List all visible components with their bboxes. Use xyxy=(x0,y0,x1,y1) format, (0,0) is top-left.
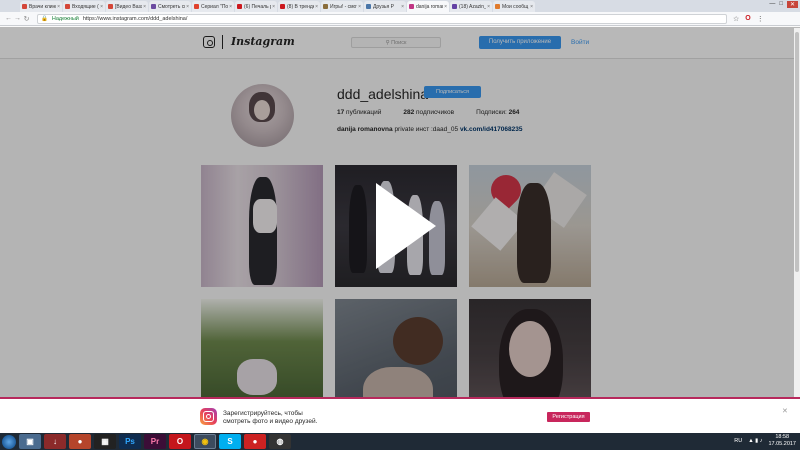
tab-close-icon[interactable]: × xyxy=(100,4,103,10)
play-icon[interactable] xyxy=(376,183,436,269)
address-bar: ← → ↻ 🔒 Надежный https://www.instagram.c… xyxy=(0,12,800,26)
tab-favicon-icon xyxy=(194,4,199,9)
tab-label: (6) Печаль р xyxy=(244,3,272,10)
forward-icon[interactable]: → xyxy=(13,15,22,22)
tab-label: (8) В тренде xyxy=(287,3,315,10)
star-icon[interactable]: ☆ xyxy=(733,15,739,23)
tab-label: Игры! - смот xyxy=(330,3,358,10)
tab-favicon-icon xyxy=(65,4,70,9)
tab-favicon-icon xyxy=(237,4,242,9)
signup-text-line-1: Зарегистрируйтесь, чтобы xyxy=(223,410,303,417)
windows-taskbar: ▣ ↓ ● ▦ Ps Pr O ◉ S ● ◍ RU ▲ ▮ ♪ 18:58 1… xyxy=(0,433,800,450)
tab-close-icon[interactable]: × xyxy=(358,4,361,10)
tab-close-icon[interactable]: × xyxy=(143,4,146,10)
browser-tab[interactable]: Входящие (1 × xyxy=(63,1,105,12)
reload-icon[interactable]: ↻ xyxy=(22,15,31,23)
back-icon[interactable]: ← xyxy=(4,15,13,22)
tab-close-icon[interactable]: × xyxy=(487,4,490,10)
tab-close-icon[interactable]: × xyxy=(401,4,404,10)
tab-favicon-icon xyxy=(452,4,457,9)
maximize-button[interactable]: □ xyxy=(779,1,783,8)
signup-text: Зарегистрируйтесь, чтобы смотреть фото и… xyxy=(223,410,317,426)
browser-tab[interactable]: (8) В тренде × xyxy=(278,1,320,12)
browser-tab[interactable]: Смотреть сп × xyxy=(149,1,191,12)
browser-tab[interactable]: Игры! - смот × xyxy=(321,1,363,12)
tab-favicon-icon xyxy=(323,4,328,9)
clock[interactable]: 18:58 17.05.2017 xyxy=(768,434,796,448)
photoshop-icon[interactable]: Ps xyxy=(119,434,141,449)
tab-favicon-icon xyxy=(409,4,414,9)
opera-taskbar-icon[interactable]: O xyxy=(169,434,191,449)
signup-banner: Зарегистрируйтесь, чтобы смотреть фото и… xyxy=(0,397,800,433)
file-explorer-icon[interactable]: ▣ xyxy=(19,434,41,449)
steam-icon[interactable]: ◍ xyxy=(269,434,291,449)
scrollbar-thumb[interactable] xyxy=(795,32,799,272)
tab-close-icon[interactable]: × xyxy=(444,4,447,10)
minimize-button[interactable]: — xyxy=(769,1,775,8)
clock-time: 18:58 xyxy=(775,434,790,440)
tab-favicon-icon xyxy=(22,4,27,9)
clock-date: 17.05.2017 xyxy=(768,441,796,447)
close-icon[interactable]: ✕ xyxy=(782,407,788,415)
window-controls: — □ ✕ xyxy=(769,1,798,8)
tab-close-icon[interactable]: × xyxy=(530,4,533,10)
tab-close-icon[interactable]: × xyxy=(315,4,318,10)
menu-icon[interactable]: ⋮ xyxy=(757,15,764,23)
url-input[interactable]: 🔒 Надежный https://www.instagram.com/ddd… xyxy=(37,13,727,24)
tab-label: Друзья Р xyxy=(373,3,394,10)
chrome-taskbar-icon[interactable]: ◉ xyxy=(194,434,216,449)
tab-favicon-icon xyxy=(151,4,156,9)
browser-tab[interactable]: (18) Azazin_f × xyxy=(450,1,492,12)
instagram-app-icon xyxy=(200,408,217,425)
browser-tab[interactable]: Друзья Р × xyxy=(364,1,406,12)
browser-tab-bar: Врачи клинк × Входящие (1 × [Видео Вазз × Смот… xyxy=(0,0,800,12)
start-button[interactable] xyxy=(2,434,16,449)
secure-label: Надежный xyxy=(51,15,79,22)
page-scrollbar[interactable] xyxy=(794,28,800,397)
terminal-icon[interactable]: ▦ xyxy=(94,434,116,449)
tab-close-icon[interactable]: × xyxy=(186,4,189,10)
language-indicator[interactable]: RU xyxy=(734,438,742,444)
browser-tab[interactable]: danija romar × xyxy=(407,1,449,12)
opera-icon[interactable]: O xyxy=(745,15,750,23)
register-button[interactable]: Регистрация xyxy=(547,412,590,422)
browser-tab[interactable]: (6) Печаль р × xyxy=(235,1,277,12)
tab-label: danija romar xyxy=(416,3,444,10)
lock-icon: 🔒 xyxy=(41,15,48,22)
browser-tab[interactable]: Сериал "Пос × xyxy=(192,1,234,12)
browser-tab[interactable]: Врачи клинк × xyxy=(20,1,62,12)
skype-icon[interactable]: S xyxy=(219,434,241,449)
tab-label: [Видео Вазз xyxy=(115,3,143,10)
premiere-icon[interactable]: Pr xyxy=(144,434,166,449)
tab-close-icon[interactable]: × xyxy=(57,4,60,10)
url-text: https://www.instagram.com/ddd_adelshina/ xyxy=(82,15,188,22)
tray-icons[interactable]: ▲ ▮ ♪ xyxy=(748,438,762,444)
tab-label: Входящие (1 xyxy=(72,3,100,10)
media-app-icon[interactable]: ● xyxy=(69,434,91,449)
tab-label: (18) Azazin_f xyxy=(459,3,487,10)
close-window-button[interactable]: ✕ xyxy=(786,1,798,8)
tab-label: Мои сообщ xyxy=(502,3,529,10)
tab-favicon-icon xyxy=(495,4,500,9)
tab-label: Врачи клинк xyxy=(29,3,57,10)
tab-close-icon[interactable]: × xyxy=(229,4,232,10)
tab-label: Сериал "Пос xyxy=(201,3,229,10)
download-manager-icon[interactable]: ↓ xyxy=(44,434,66,449)
tab-favicon-icon xyxy=(108,4,113,9)
tab-favicon-icon xyxy=(366,4,371,9)
system-tray: RU ▲ ▮ ♪ 18:58 17.05.2017 xyxy=(734,434,796,448)
tab-favicon-icon xyxy=(280,4,285,9)
browser-tab[interactable]: [Видео Вазз × xyxy=(106,1,148,12)
tab-label: Смотреть сп xyxy=(158,3,186,10)
signup-text-line-2: смотреть фото и видео друзей. xyxy=(223,418,318,425)
tab-close-icon[interactable]: × xyxy=(272,4,275,10)
browser-tab[interactable]: Мои сообщ × xyxy=(493,1,535,12)
recorder-icon[interactable]: ● xyxy=(244,434,266,449)
